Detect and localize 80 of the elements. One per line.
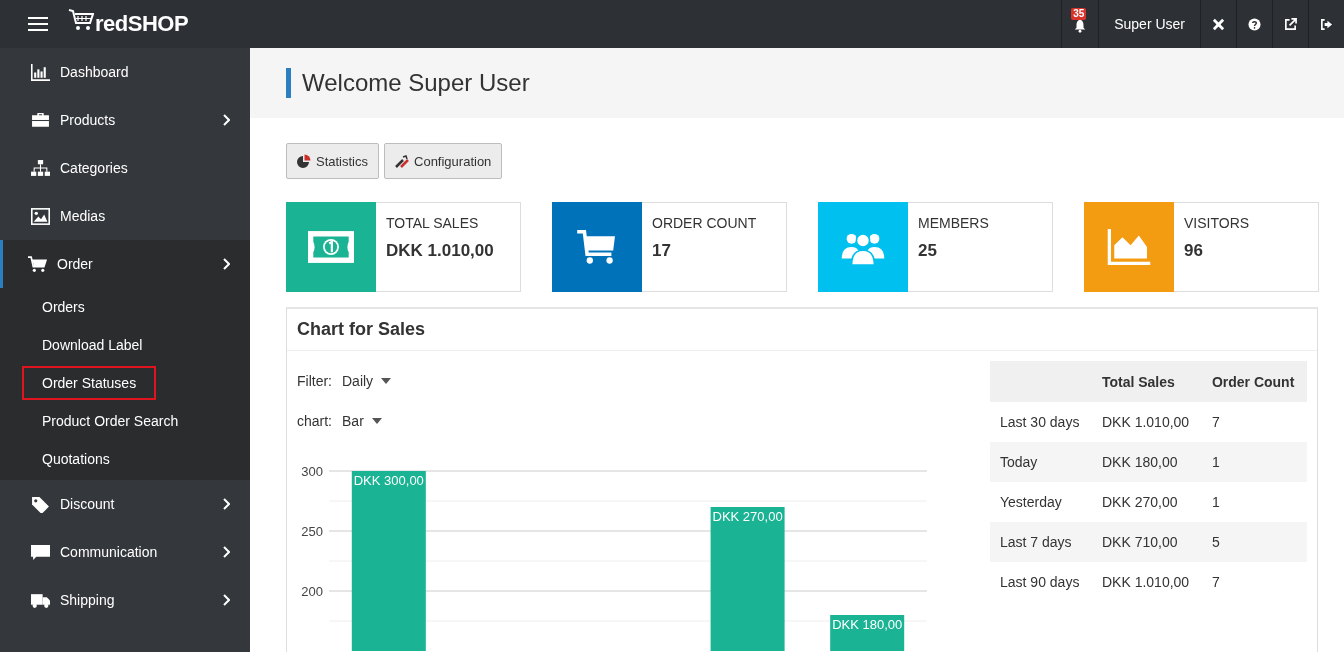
image-icon (31, 207, 50, 225)
table-cell: 5 (1211, 534, 1220, 550)
table-cell: DKK 1.010,00 (1101, 574, 1190, 590)
chart-type-dropdown[interactable]: Bar (338, 413, 386, 429)
cross-icon[interactable] (1212, 17, 1225, 31)
table-cell: Today (1000, 454, 1038, 470)
submenu-link[interactable]: Quotations (22, 442, 130, 476)
caret-icon (371, 418, 382, 424)
table-cell: Yesterday (1000, 494, 1062, 510)
sidebar-item[interactable]: Shipping (0, 576, 250, 624)
submenu-link[interactable]: Download Label (22, 328, 163, 362)
table-cell: 7 (1211, 574, 1220, 590)
sidebar-item[interactable]: Medias (0, 192, 250, 240)
tools-icon (395, 154, 409, 168)
axis-tick-label: 200 (301, 584, 323, 599)
cart-logo-icon (68, 8, 94, 32)
table-cell: DKK 180,00 (1101, 454, 1178, 470)
briefcase-icon (31, 111, 50, 129)
sidebar-item[interactable]: Order (0, 240, 250, 288)
table-cell: Last 7 days (1000, 534, 1072, 550)
caret-icon (381, 378, 392, 384)
table-cell: 1 (1211, 494, 1220, 510)
menu-icon[interactable] (28, 16, 48, 32)
bar-value-label: DKK 180,00 (832, 617, 903, 632)
submenu-link[interactable]: Product Order Search (22, 404, 199, 438)
filter-dropdown[interactable]: Daily (338, 373, 396, 389)
chart-icon (31, 63, 50, 81)
truck-icon (31, 591, 50, 609)
stat-label: ORDER COUNT (652, 215, 757, 231)
stat-value: DKK 1.010,00 (386, 241, 494, 261)
brand-name: redSHOP (95, 11, 189, 37)
chevron-right-icon (222, 258, 230, 270)
toolbar-button[interactable]: Statistics (286, 143, 379, 179)
axis-tick-label: 250 (301, 524, 323, 539)
filter-label: Filter: (297, 373, 332, 389)
table-cell: 7 (1211, 414, 1220, 430)
notification-badge: 35 (1071, 8, 1087, 20)
submenu-link[interactable]: Orders (22, 290, 105, 324)
cart-icon (28, 255, 47, 273)
submenu-link[interactable]: Order Statuses (22, 366, 157, 400)
chevron-right-icon (222, 594, 230, 606)
chevron-right-icon (222, 546, 230, 558)
external-link-icon[interactable] (1284, 17, 1297, 31)
panel-title: Chart for Sales (297, 319, 426, 340)
sidebar-item[interactable]: Products (0, 96, 250, 144)
page-title: Welcome Super User (286, 68, 530, 98)
chevron-right-icon (222, 498, 230, 510)
table-cell: Last 90 days (1000, 574, 1080, 590)
stat-label: TOTAL SALES (386, 215, 480, 231)
help-icon[interactable] (1248, 17, 1261, 31)
stat-value: 96 (1184, 241, 1204, 261)
area-chart-icon (1106, 229, 1152, 265)
table-cell: Last 30 days (1000, 414, 1080, 430)
bar-value-label: DKK 300,00 (353, 473, 424, 488)
stat-label: VISITORS (1184, 215, 1250, 231)
table-cell: DKK 270,00 (1101, 494, 1178, 510)
sidebar-item[interactable]: Discount (0, 480, 250, 528)
table-cell: 1 (1211, 454, 1220, 470)
column-header: Order Count (1211, 373, 1295, 390)
stat-value: 17 (652, 241, 672, 261)
stat-label: MEMBERS (918, 215, 989, 231)
stat-value: 25 (918, 241, 938, 261)
logout-icon[interactable] (1320, 17, 1333, 31)
sidebar-item[interactable]: Categories (0, 144, 250, 192)
comment-icon (31, 543, 50, 561)
table-cell: DKK 710,00 (1101, 534, 1178, 550)
bell-icon[interactable] (1073, 19, 1088, 33)
table-cell: DKK 1.010,00 (1101, 414, 1190, 430)
axis-tick-label: 300 (301, 464, 323, 479)
chevron-right-icon (222, 114, 230, 126)
sitemap-icon (31, 159, 50, 177)
toolbar-button[interactable]: Configuration (384, 143, 503, 179)
tag-icon (31, 495, 50, 513)
bar-value-label: DKK 270,00 (712, 509, 783, 524)
sidebar-item[interactable]: Dashboard (0, 48, 250, 96)
sidebar-item[interactable]: Communication (0, 528, 250, 576)
pie-chart-icon (297, 154, 311, 168)
banknote-icon (308, 229, 354, 265)
column-header: Total Sales (1101, 373, 1175, 390)
chart-type-label: chart: (297, 413, 332, 429)
